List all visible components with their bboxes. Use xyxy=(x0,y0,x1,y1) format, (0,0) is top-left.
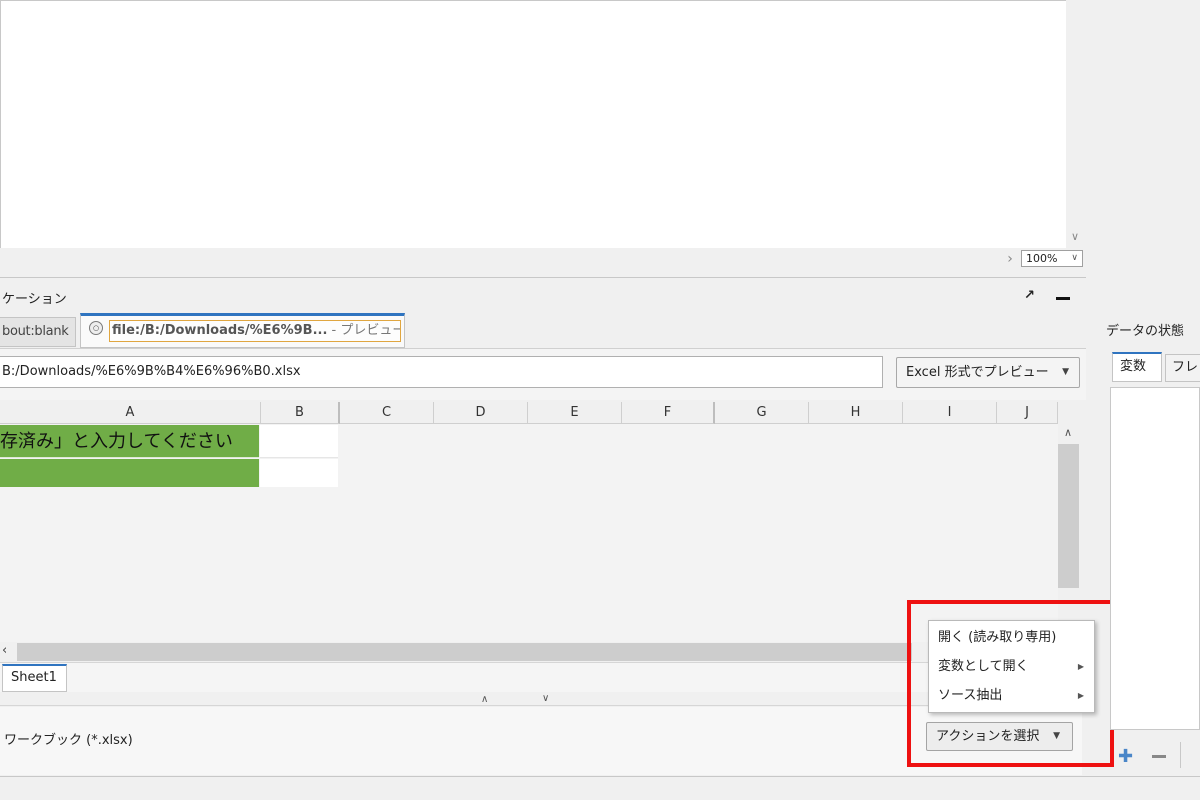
preview-format-button[interactable]: Excel 形式でプレビュー ▼ xyxy=(896,357,1080,388)
spreadsheet-grid: A B C D E F G H I J 存済み」と入力してください xyxy=(0,402,1058,642)
menu-item-label: ソース抽出 xyxy=(938,688,1003,703)
horizontal-scroll-thumb[interactable] xyxy=(17,643,912,661)
menu-item-open-as-variable[interactable]: 変数として開く ▶ xyxy=(929,653,1094,681)
column-header-b[interactable]: B xyxy=(261,402,340,424)
view-header xyxy=(0,280,1086,314)
remove-icon[interactable] xyxy=(1152,755,1166,758)
right-strip xyxy=(1066,0,1200,318)
tab-label: bout:blank xyxy=(2,324,69,339)
column-header-g[interactable]: G xyxy=(715,402,809,424)
popout-icon[interactable]: ↗ xyxy=(1024,288,1036,303)
tab-file-preview[interactable]: ○ file:/B:/Downloads/%E6%9B... - プレビュー xyxy=(80,313,405,348)
cell-b1[interactable] xyxy=(260,425,338,458)
menu-item-label: 変数として開く xyxy=(938,659,1029,674)
vertical-scroll-thumb[interactable] xyxy=(1058,444,1079,588)
caret-down-icon: ▼ xyxy=(1053,731,1060,741)
file-type-label: ワークブック (*.xlsx) xyxy=(4,733,133,748)
cell-a1[interactable]: 存済み」と入力してください xyxy=(0,425,259,458)
action-panel xyxy=(0,707,1082,775)
column-header-f[interactable]: F xyxy=(622,402,715,424)
tab-suffix: - プレビュー xyxy=(327,323,401,338)
sheet-tab[interactable]: Sheet1 xyxy=(2,664,67,692)
chevron-up-icon[interactable]: ∧ xyxy=(1061,426,1075,440)
column-header-i[interactable]: I xyxy=(903,402,997,424)
caret-down-icon: ▼ xyxy=(1062,367,1069,377)
view-title: ケーション xyxy=(2,292,67,307)
chevron-up-icon[interactable]: ∧ xyxy=(481,694,488,705)
tab-file-name: file:/B:/Downloads/%E6%9B... xyxy=(112,323,328,338)
column-header-c[interactable]: C xyxy=(340,402,434,424)
preview-icon: ○ xyxy=(89,321,103,335)
tab-frames[interactable]: フレ xyxy=(1165,354,1200,382)
menu-item-open-readonly[interactable]: 開く (読み取り専用) xyxy=(929,624,1094,652)
chevron-left-icon[interactable]: ‹ xyxy=(2,643,14,659)
column-header-h[interactable]: H xyxy=(809,402,903,424)
tab-variables[interactable]: 変数 xyxy=(1112,352,1162,382)
cell-a2[interactable] xyxy=(0,459,259,487)
minimize-icon[interactable] xyxy=(1056,297,1070,300)
side-panel-title: データの状態 xyxy=(1098,318,1200,346)
preview-format-label: Excel 形式でプレビュー xyxy=(906,365,1049,380)
column-header-a[interactable]: A xyxy=(0,402,261,424)
chevron-down-icon[interactable]: ∨ xyxy=(1068,230,1082,244)
browser-viewport xyxy=(0,0,1066,248)
chevron-down-icon[interactable]: ∨ xyxy=(542,693,549,704)
select-action-button[interactable]: アクションを選択 ▼ xyxy=(926,722,1073,751)
select-action-label: アクションを選択 xyxy=(936,729,1040,744)
sheet-tab-bar xyxy=(0,662,1082,692)
menu-item-extract-source[interactable]: ソース抽出 ▶ xyxy=(929,682,1094,710)
chevron-down-icon: ∨ xyxy=(1071,253,1078,263)
status-bar xyxy=(0,776,1200,800)
add-icon[interactable]: ✚ xyxy=(1118,746,1133,767)
tab-about-blank[interactable]: bout:blank xyxy=(0,317,76,347)
divider xyxy=(1180,742,1181,768)
cell-b2[interactable] xyxy=(260,459,338,487)
tab-label: file:/B:/Downloads/%E6%9B... - プレビュー xyxy=(109,320,401,342)
variables-list xyxy=(1110,387,1200,730)
menu-item-label: 開く (読み取り専用) xyxy=(938,630,1057,645)
zoom-value: 100% xyxy=(1026,252,1058,265)
zoom-select[interactable]: 100% ∨ xyxy=(1021,250,1083,267)
column-header-e[interactable]: E xyxy=(528,402,622,424)
submenu-arrow-icon: ▶ xyxy=(1077,662,1084,671)
zoom-bar xyxy=(0,248,1086,278)
column-header-d[interactable]: D xyxy=(434,402,528,424)
pane-splitter[interactable] xyxy=(0,692,1082,706)
column-header-j[interactable]: J xyxy=(997,402,1058,424)
submenu-arrow-icon: ▶ xyxy=(1077,691,1084,700)
chevron-right-icon[interactable]: › xyxy=(1003,252,1017,266)
file-path-input[interactable]: B:/Downloads/%E6%9B%B4%E6%96%B0.xlsx xyxy=(0,356,883,388)
action-context-menu: 開く (読み取り専用) 変数として開く ▶ ソース抽出 ▶ xyxy=(928,620,1095,713)
